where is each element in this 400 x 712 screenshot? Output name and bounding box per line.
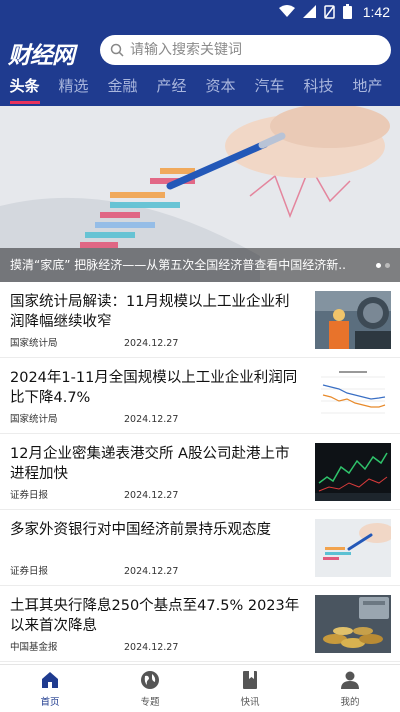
globe-icon <box>141 671 159 689</box>
hand-pen-chart-image <box>315 519 391 577</box>
tab-dichan[interactable]: 地产 <box>343 74 392 106</box>
stock-screen-image <box>315 443 391 501</box>
app-header: 财经网 头条 精选 金融 产经 资本 汽车 科技 地产 <box>0 24 400 106</box>
carousel-dot[interactable] <box>376 263 381 268</box>
tab-toutiao[interactable]: 头条 <box>0 74 49 106</box>
nav-home[interactable]: 首页 <box>0 665 100 712</box>
bottom-nav: 首页 专题 快讯 我的 <box>0 664 400 712</box>
nav-label: 首页 <box>40 697 60 708</box>
news-list: 国家统计局解读：11月规模以上工业企业利润降幅继续收窄 国家统计局 2024.1… <box>0 282 400 662</box>
news-thumbnail[interactable] <box>315 519 391 577</box>
news-thumbnail[interactable] <box>315 291 391 349</box>
nav-label: 专题 <box>140 697 160 708</box>
category-tabs: 头条 精选 金融 产经 资本 汽车 科技 地产 <box>0 74 400 106</box>
news-item[interactable]: 多家外资银行对中国经济前景持乐观态度 证券日报 2024.12.27 <box>0 510 400 586</box>
search-bar[interactable] <box>100 35 391 65</box>
app-logo[interactable]: 财经网 <box>8 36 82 69</box>
wifi-icon <box>279 5 295 17</box>
tab-ziben[interactable]: 资本 <box>196 74 245 106</box>
news-thumbnail[interactable] <box>315 367 391 425</box>
bookmark-book-icon <box>243 671 257 689</box>
carousel-dots <box>376 263 390 268</box>
carousel-dot[interactable] <box>385 263 390 268</box>
home-icon <box>42 672 58 688</box>
status-icons <box>279 4 352 19</box>
news-item[interactable]: 土耳其央行降息250个基点至47.5% 2023年以来首次降息 中国基金报 20… <box>0 586 400 662</box>
news-title[interactable]: 土耳其央行降息250个基点至47.5% 2023年以来首次降息 <box>10 596 300 636</box>
search-input[interactable] <box>130 42 370 58</box>
tab-jingxuan[interactable]: 精选 <box>49 74 98 106</box>
line-chart-image <box>315 367 391 425</box>
news-item[interactable]: 国家统计局解读：11月规模以上工业企业利润降幅继续收窄 国家统计局 2024.1… <box>0 282 400 358</box>
tab-chanjing[interactable]: 产经 <box>147 74 196 106</box>
status-bar: 1:42 <box>0 0 400 24</box>
news-date: 2024.12.27 <box>124 414 179 425</box>
status-time: 1:42 <box>362 4 390 20</box>
news-date: 2024.12.27 <box>124 338 179 349</box>
factory-worker-image <box>315 291 391 349</box>
news-title[interactable]: 12月企业密集递表港交所 A股公司赴港上市进程加快 <box>10 444 300 484</box>
news-thumbnail[interactable] <box>315 595 391 653</box>
nav-profile[interactable]: 我的 <box>300 665 400 712</box>
battery-icon <box>343 4 352 19</box>
news-source: 证券日报 <box>10 566 49 577</box>
news-title[interactable]: 2024年1-11月全国规模以上工业企业利润同比下降4.7% <box>10 368 300 408</box>
person-icon <box>341 671 359 689</box>
news-title[interactable]: 国家统计局解读：11月规模以上工业企业利润降幅继续收窄 <box>10 292 300 332</box>
news-source: 国家统计局 <box>10 414 58 425</box>
news-item[interactable]: 2024年1-11月全国规模以上工业企业利润同比下降4.7% 国家统计局 202… <box>0 358 400 434</box>
news-date: 2024.12.27 <box>124 490 179 501</box>
news-date: 2024.12.27 <box>124 566 179 577</box>
news-item[interactable]: 12月企业密集递表港交所 A股公司赴港上市进程加快 证券日报 2024.12.2… <box>0 434 400 510</box>
search-icon <box>110 43 124 57</box>
news-source: 中国基金报 <box>10 642 58 653</box>
signal-icon <box>303 5 316 18</box>
no-sim-icon <box>324 4 335 19</box>
news-source: 证券日报 <box>10 490 49 501</box>
news-thumbnail[interactable] <box>315 443 391 501</box>
nav-topics[interactable]: 专题 <box>100 665 200 712</box>
coins-image <box>315 595 391 653</box>
nav-label: 我的 <box>340 697 360 708</box>
nav-flash[interactable]: 快讯 <box>200 665 300 712</box>
tab-jinrong[interactable]: 金融 <box>98 74 147 106</box>
banner-caption[interactable]: 摸清“家底” 把脉经济——从第五次全国经济普查看中国经济新.. <box>0 248 400 282</box>
nav-label: 快讯 <box>240 697 260 708</box>
featured-banner[interactable]: 摸清“家底” 把脉经济——从第五次全国经济普查看中国经济新.. <box>0 106 400 282</box>
tab-qiche[interactable]: 汽车 <box>245 74 294 106</box>
tab-keji[interactable]: 科技 <box>294 74 343 106</box>
news-source: 国家统计局 <box>10 338 58 349</box>
news-title[interactable]: 多家外资银行对中国经济前景持乐观态度 <box>10 520 300 540</box>
news-date: 2024.12.27 <box>124 642 179 653</box>
